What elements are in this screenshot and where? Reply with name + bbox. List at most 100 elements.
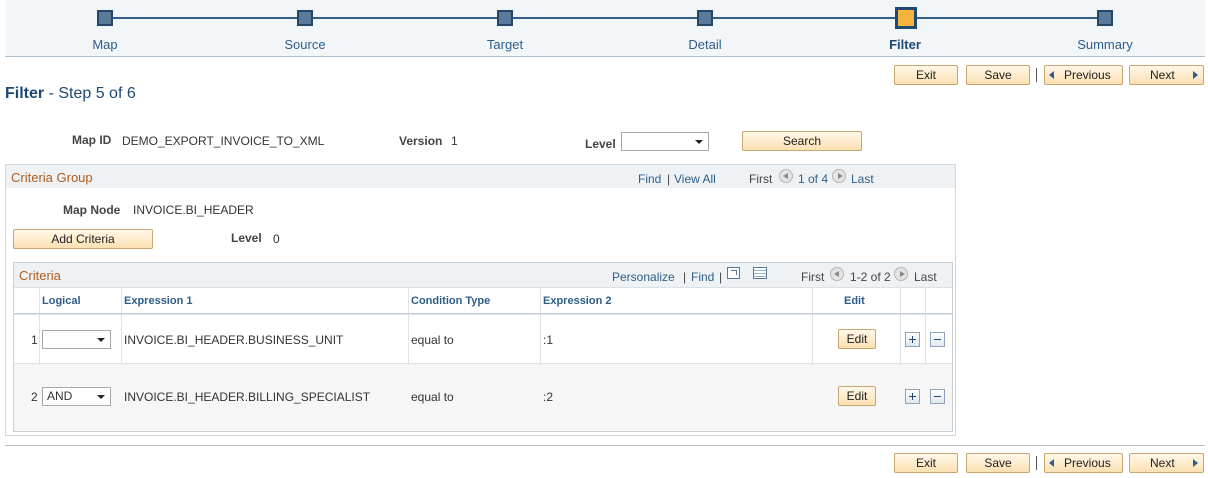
table-row: 2 AND INVOICE.BI_HEADER.BILLING_SPECIALI… xyxy=(14,363,952,431)
page-title: Filter - Step 5 of 6 xyxy=(5,85,136,103)
map-node-value: INVOICE.BI_HEADER xyxy=(133,203,254,217)
plus-v xyxy=(912,393,913,400)
first-label: First xyxy=(801,270,825,284)
personalize-link[interactable]: Personalize xyxy=(612,270,675,284)
chevron-left-icon xyxy=(783,173,788,179)
expression1-value: INVOICE.BI_HEADER.BILLING_SPECIALIST xyxy=(124,390,371,404)
first-label: First xyxy=(749,172,773,186)
last-label: Last xyxy=(914,270,937,284)
step-label[interactable]: Source xyxy=(245,37,365,52)
criteria-grid: Criteria Personalize | Find | First 1-2 … xyxy=(13,262,953,432)
add-row-icon[interactable] xyxy=(905,332,920,347)
map-id-value: DEMO_EXPORT_INVOICE_TO_XML xyxy=(122,134,325,148)
logical-select[interactable] xyxy=(42,330,111,349)
previous-label: Previous xyxy=(1064,68,1111,82)
chevron-right-icon xyxy=(838,173,843,179)
previous-button[interactable]: Previous xyxy=(1044,453,1123,473)
expression1-value: INVOICE.BI_HEADER.BUSINESS_UNIT xyxy=(124,333,344,347)
column-header-expression2: Expression 2 xyxy=(543,295,612,307)
next-row-button[interactable] xyxy=(832,169,846,183)
find-link[interactable]: Find xyxy=(691,270,714,284)
next-label: Next xyxy=(1150,456,1175,470)
step-label[interactable]: Summary xyxy=(1045,37,1165,52)
criteria-group-title: Criteria Group xyxy=(11,170,93,185)
minus-h xyxy=(934,396,941,397)
logical-select-value: AND xyxy=(47,389,73,403)
expression2-value: :1 xyxy=(543,333,554,347)
level-select[interactable] xyxy=(621,132,709,151)
step-node-icon[interactable] xyxy=(497,10,513,26)
map-id-label: Map ID xyxy=(72,133,112,147)
step-node-icon[interactable] xyxy=(1097,10,1113,26)
chevron-down-icon xyxy=(97,395,105,399)
criteria-group: Criteria Group Find | View All First 1 o… xyxy=(5,164,956,436)
row-range: 1-2 of 2 xyxy=(850,270,891,284)
last-link[interactable]: Last xyxy=(851,172,874,186)
edit-button[interactable]: Edit xyxy=(838,386,876,406)
add-criteria-button[interactable]: Add Criteria xyxy=(13,229,153,249)
exit-button[interactable]: Exit xyxy=(894,65,958,85)
page-title-progress: - Step 5 of 6 xyxy=(44,85,136,102)
previous-label: Previous xyxy=(1064,456,1111,470)
step-label: Filter xyxy=(889,37,921,52)
group-level-label: Level xyxy=(231,231,262,245)
chevron-right-icon xyxy=(1193,71,1198,79)
minus-h xyxy=(934,339,941,340)
row-range: 1 of 4 xyxy=(798,172,829,186)
column-header-edit: Edit xyxy=(844,295,865,307)
row-number: 2 xyxy=(31,390,38,404)
next-row-button[interactable] xyxy=(894,267,908,281)
save-button[interactable]: Save xyxy=(966,65,1030,85)
table-row: 1 INVOICE.BI_HEADER.BUSINESS_UNIT equal … xyxy=(14,314,952,363)
arrow-icon xyxy=(731,270,737,275)
condition-type-value: equal to xyxy=(411,390,454,404)
next-button[interactable]: Next xyxy=(1129,65,1204,85)
plus-v xyxy=(912,336,913,343)
save-button[interactable]: Save xyxy=(966,453,1030,473)
new-window-icon[interactable] xyxy=(727,267,740,279)
download-grid-icon[interactable] xyxy=(753,267,767,279)
bottom-divider xyxy=(5,445,1205,446)
chevron-left-icon xyxy=(1049,71,1054,79)
delete-row-icon[interactable] xyxy=(930,389,945,404)
step-label[interactable]: Detail xyxy=(645,37,765,52)
search-button[interactable]: Search xyxy=(742,131,862,151)
criteria-title: Criteria xyxy=(19,268,61,283)
divider: | xyxy=(683,270,687,284)
previous-button[interactable]: Previous xyxy=(1044,65,1123,85)
column-header-condition-type: Condition Type xyxy=(411,295,491,307)
row-number: 1 xyxy=(31,333,38,347)
train-line xyxy=(105,17,1105,19)
chevron-down-icon xyxy=(695,140,703,144)
logical-select[interactable]: AND xyxy=(42,387,111,406)
view-all-link[interactable]: View All xyxy=(674,172,716,186)
step-node-icon[interactable] xyxy=(297,10,313,26)
step-node-icon[interactable] xyxy=(97,10,113,26)
previous-row-button[interactable] xyxy=(830,267,844,281)
step-label[interactable]: Map xyxy=(45,37,165,52)
chevron-left-icon xyxy=(834,271,839,277)
column-header-logical: Logical xyxy=(42,295,81,307)
step-label[interactable]: Target xyxy=(445,37,565,52)
step-node-icon[interactable] xyxy=(697,10,713,26)
version-label: Version xyxy=(399,134,443,148)
map-node-label: Map Node xyxy=(63,203,121,217)
group-level-value: 0 xyxy=(273,232,280,246)
expression2-value: :2 xyxy=(543,390,554,404)
divider: | xyxy=(719,270,723,284)
chevron-down-icon xyxy=(97,338,105,342)
find-link[interactable]: Find xyxy=(638,172,661,186)
add-row-icon[interactable] xyxy=(905,389,920,404)
delete-row-icon[interactable] xyxy=(930,332,945,347)
step-node-icon xyxy=(895,7,917,29)
criteria-group-header: Criteria Group Find | View All First 1 o… xyxy=(6,165,955,188)
next-label: Next xyxy=(1150,68,1175,82)
chevron-right-icon xyxy=(1193,459,1198,467)
exit-button[interactable]: Exit xyxy=(894,453,958,473)
edit-button[interactable]: Edit xyxy=(838,329,876,349)
next-button[interactable]: Next xyxy=(1129,453,1204,473)
divider: | xyxy=(667,172,671,186)
version-value: 1 xyxy=(451,134,458,148)
level-label: Level xyxy=(585,137,616,151)
previous-row-button[interactable] xyxy=(779,169,793,183)
